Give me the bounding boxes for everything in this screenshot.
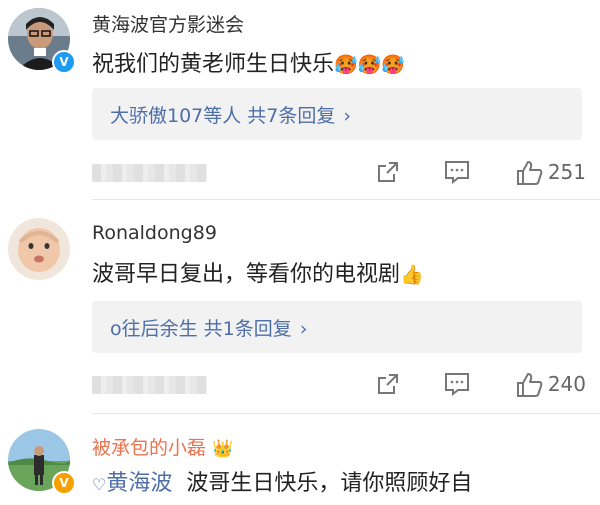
- comment-icon[interactable]: [444, 160, 470, 188]
- share-icon[interactable]: [376, 372, 400, 400]
- like-icon[interactable]: [516, 372, 544, 402]
- timestamp-blurred: [92, 164, 207, 182]
- verified-badge-icon: V: [52, 50, 76, 74]
- mention-name: 黄海波: [106, 471, 173, 496]
- comment-text: 波哥早日复出，等看你的电视剧👍: [92, 256, 424, 288]
- verified-badge-icon: V: [52, 471, 76, 495]
- comment-body: 祝我们的黄老师生日快乐: [92, 52, 335, 77]
- reply-summary-box[interactable]: 大骄傲107等人 共7条回复 ›: [92, 88, 582, 140]
- comment-body: 波哥早日复出，等看你的电视剧: [92, 262, 401, 287]
- crown-icon: 👑: [212, 439, 234, 459]
- share-icon[interactable]: [376, 160, 400, 188]
- timestamp-blurred: [92, 376, 207, 394]
- comment-username[interactable]: 黄海波官方影迷会: [92, 10, 244, 37]
- link-icon: ♡: [92, 475, 107, 494]
- comment-item: V 黄海波官方影迷会 祝我们的黄老师生日快乐🥵🥵🥵 大骄傲107等人 共7条回复…: [0, 0, 600, 200]
- reply-summary-text: 大骄傲107等人 共7条回复: [110, 105, 336, 127]
- username-text: 被承包的小磊: [92, 437, 207, 459]
- comment-actions: 251: [370, 160, 600, 190]
- like-count: 251: [547, 160, 586, 184]
- reply-summary-link[interactable]: 大骄傲107等人 共7条回复 ›: [110, 101, 351, 128]
- divider: [92, 413, 600, 414]
- reply-summary-text: o往后余生 共1条回复: [110, 318, 292, 340]
- like-count: 240: [547, 372, 586, 396]
- chevron-right-icon: ›: [343, 105, 352, 127]
- chevron-right-icon: ›: [299, 318, 308, 340]
- comment-username[interactable]: Ronaldong89: [92, 222, 217, 244]
- like-icon[interactable]: [516, 160, 544, 190]
- comment-body: 波哥生日快乐，请你照顾好自: [186, 471, 473, 496]
- avatar-image: [8, 218, 70, 280]
- emoji-thumbs-up: 👍: [400, 264, 424, 286]
- reply-summary-link[interactable]: o往后余生 共1条回复 ›: [110, 314, 307, 341]
- comment-actions: 240: [370, 372, 600, 402]
- emoji-hot-face: 🥵🥵🥵: [334, 54, 405, 76]
- reply-summary-box[interactable]: o往后余生 共1条回复 ›: [92, 301, 582, 353]
- comment-item: V 被承包的小磊 👑 ♡黄海波 波哥生日快乐，请你照顾好自: [0, 415, 600, 505]
- comment-username[interactable]: 被承包的小磊 👑: [92, 433, 233, 460]
- comment-text: 祝我们的黄老师生日快乐🥵🥵🥵: [92, 46, 405, 78]
- avatar[interactable]: [8, 218, 70, 280]
- comment-text: ♡黄海波 波哥生日快乐，请你照顾好自: [92, 465, 472, 497]
- comment-item: Ronaldong89 波哥早日复出，等看你的电视剧👍 o往后余生 共1条回复 ›…: [0, 200, 600, 415]
- mention-link[interactable]: ♡黄海波: [92, 471, 179, 496]
- comment-icon[interactable]: [444, 372, 470, 400]
